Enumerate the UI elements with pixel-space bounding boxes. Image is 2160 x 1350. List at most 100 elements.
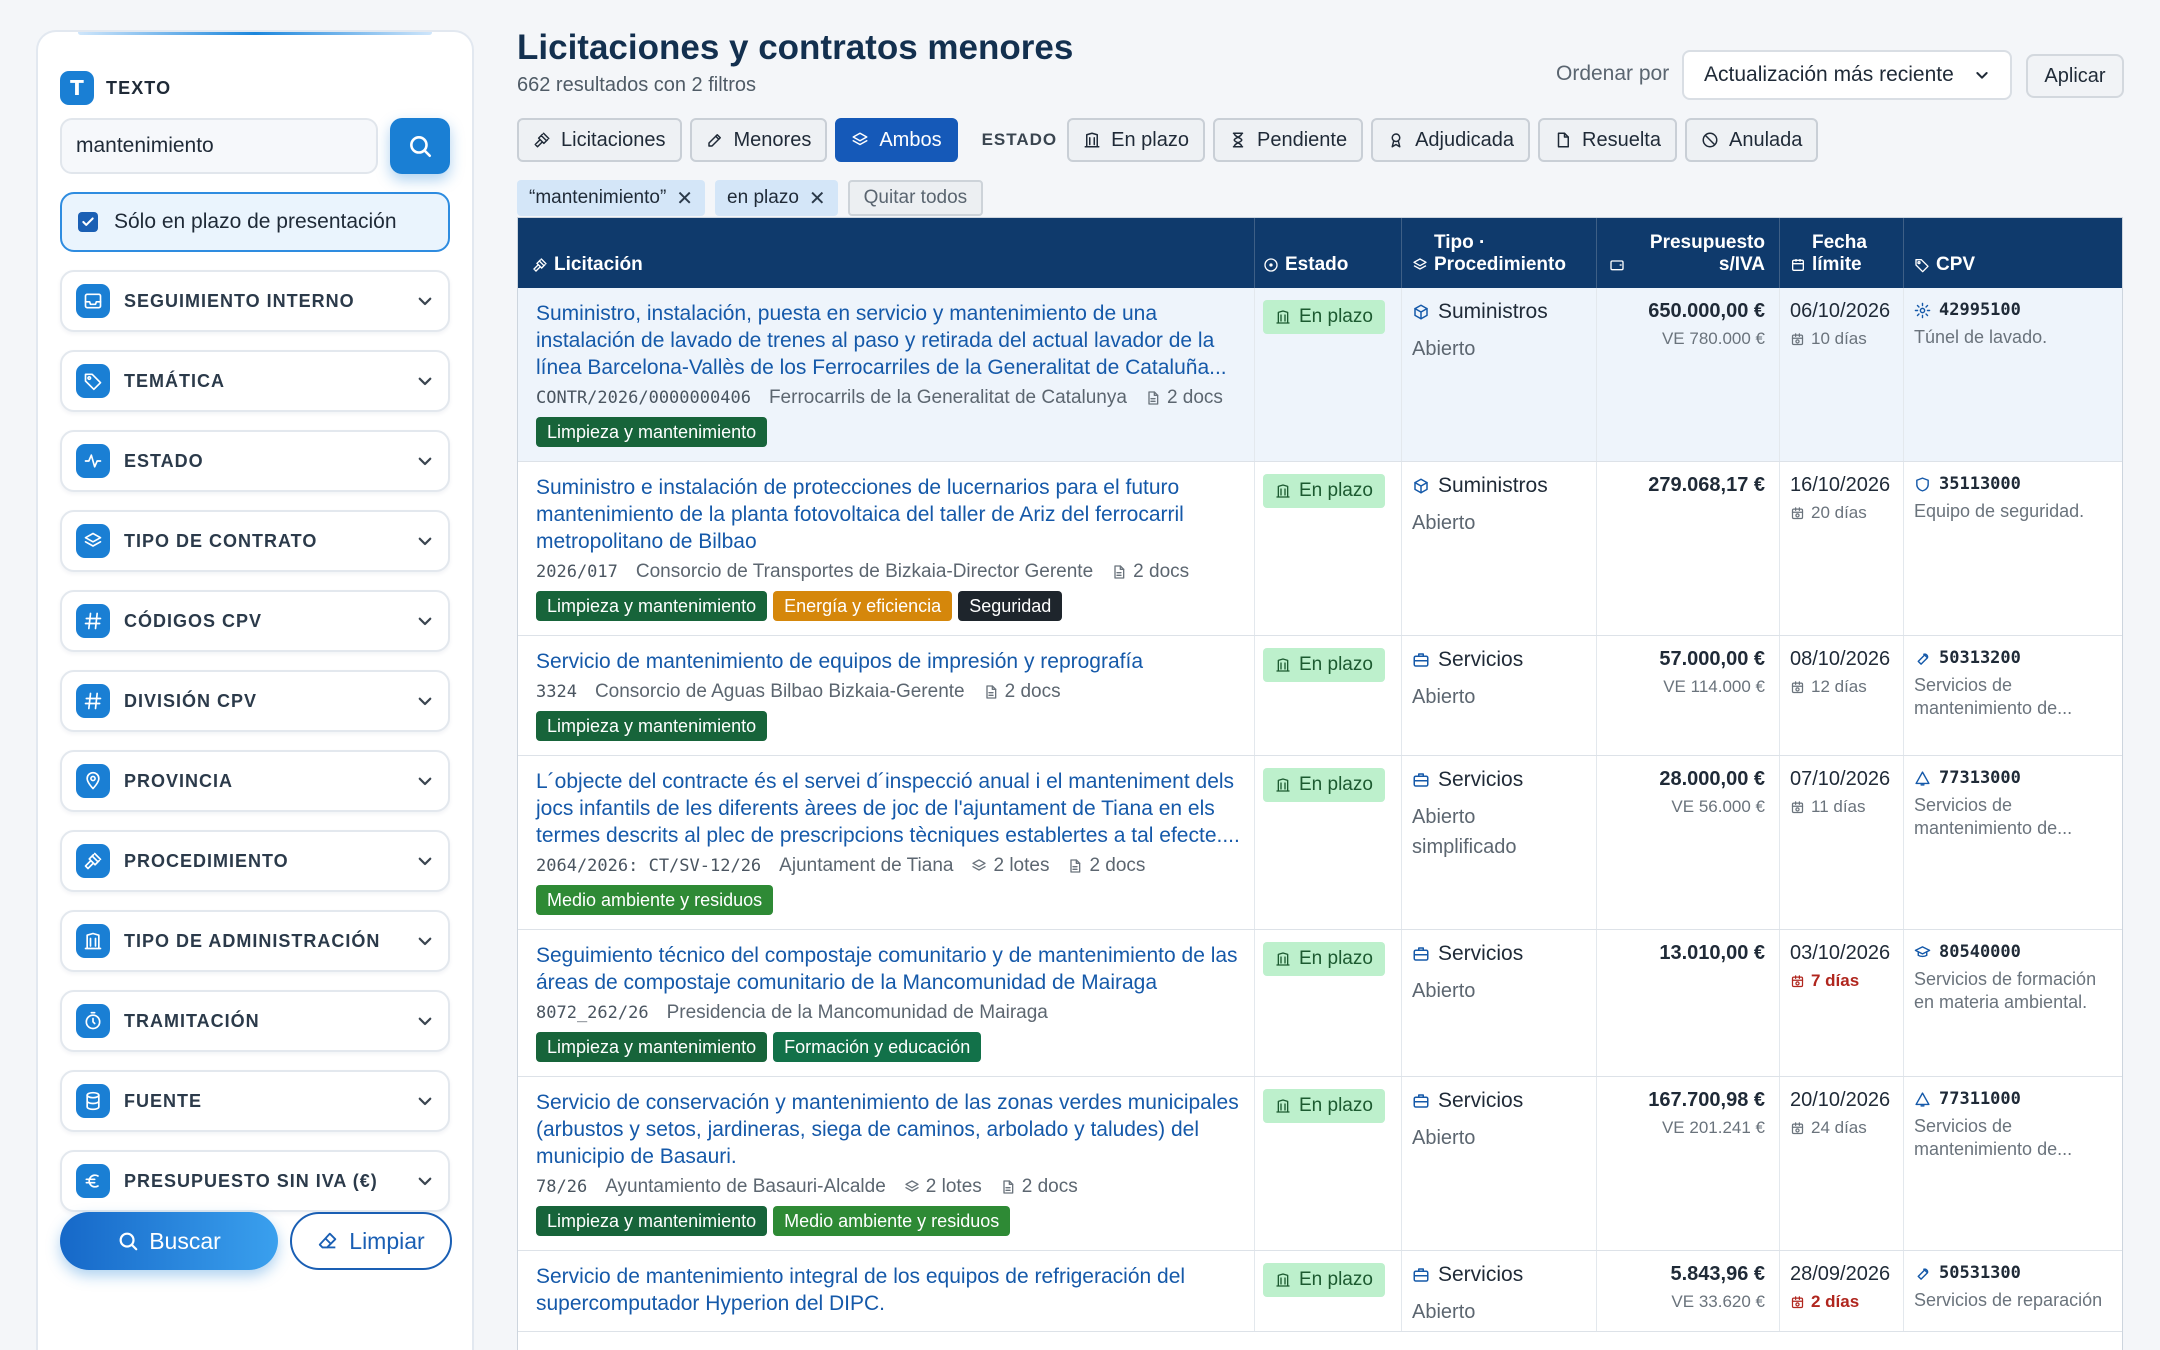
- header-cpv[interactable]: CPV: [1904, 218, 2122, 288]
- licitacion-title-link[interactable]: Suministro, instalación, puesta en servi…: [536, 300, 1242, 381]
- category-tags: Medio ambiente y residuos: [536, 885, 1242, 915]
- docs-link[interactable]: 2 docs: [1000, 1176, 1078, 1198]
- cpv-code[interactable]: 50313200: [1914, 648, 2122, 668]
- en-plazo-checkbox[interactable]: Sólo en plazo de presentación: [60, 192, 450, 252]
- header-fecha[interactable]: Fecha límite: [1780, 218, 1904, 288]
- licitacion-title-link[interactable]: Servicio de conservación y mantenimiento…: [536, 1089, 1242, 1170]
- type-chip-1[interactable]: Menores: [689, 118, 828, 162]
- status-badge: En plazo: [1263, 942, 1385, 976]
- organismo: Ajuntament de Tiana: [779, 855, 954, 876]
- table-row[interactable]: Suministro, instalación, puesta en servi…: [518, 288, 2122, 462]
- filter-group-5[interactable]: DIVISIÓN CPV: [60, 670, 450, 732]
- category-tag[interactable]: Energía y eficiencia: [773, 591, 953, 621]
- status-badge: En plazo: [1263, 648, 1385, 682]
- header-tipo[interactable]: Tipo · Procedimiento: [1402, 218, 1597, 288]
- cpv-code[interactable]: 80540000: [1914, 942, 2122, 962]
- category-tag[interactable]: Seguridad: [958, 591, 1063, 621]
- calendar-clock-icon: [1791, 506, 1804, 519]
- cpv-description: Equipo de seguridad.: [1914, 501, 2085, 521]
- wallet-icon: [1610, 260, 1624, 271]
- deadline-date: 03/10/2026: [1790, 942, 1891, 964]
- table-row[interactable]: Servicio de mantenimiento de equipos de …: [518, 636, 2122, 756]
- search-input[interactable]: [60, 118, 379, 174]
- filter-group-9[interactable]: TRAMITACIÓN: [60, 990, 450, 1052]
- header-estado[interactable]: Estado: [1255, 218, 1402, 288]
- filter-group-10[interactable]: FUENTE: [60, 1070, 450, 1132]
- cpv-code[interactable]: 77313000: [1914, 768, 2122, 788]
- category-tag[interactable]: Limpieza y mantenimiento: [536, 711, 768, 741]
- building-icon: [1276, 484, 1290, 498]
- estado-chip-3[interactable]: Resuelta: [1538, 118, 1677, 162]
- chevron-down-icon: [416, 852, 434, 870]
- category-tag[interactable]: Medio ambiente y residuos: [773, 1206, 1011, 1236]
- filter-group-0[interactable]: SEGUIMIENTO INTERNO: [60, 270, 450, 332]
- licitacion-title-link[interactable]: Suministro e instalación de protecciones…: [536, 474, 1242, 555]
- calendar-clock-icon: [1791, 800, 1804, 813]
- table-row[interactable]: L´objecte del contracte és el servei d´i…: [518, 756, 2122, 930]
- filter-group-2[interactable]: ESTADO: [60, 430, 450, 492]
- docs-link[interactable]: 2 docs: [1145, 387, 1223, 409]
- filter-groups: SEGUIMIENTO INTERNO TEMÁTICA ESTADO TIPO DE…: [60, 270, 450, 1212]
- category-tag[interactable]: Medio ambiente y residuos: [536, 885, 774, 915]
- package-icon: [1414, 304, 1428, 320]
- expediente: 2026/017: [536, 562, 618, 582]
- estado-chip-1[interactable]: Pendiente: [1213, 118, 1364, 162]
- type-chip-0[interactable]: Licitaciones: [517, 118, 682, 162]
- bell-icon: [1915, 770, 1930, 786]
- licitacion-title-link[interactable]: Servicio de mantenimiento de equipos de …: [536, 648, 1242, 675]
- table-row[interactable]: Servicio de conservación y mantenimiento…: [518, 1077, 2122, 1251]
- building-icon: [84, 932, 102, 950]
- file-icon: [1148, 391, 1159, 405]
- category-tag[interactable]: Limpieza y mantenimiento: [536, 1032, 768, 1062]
- docs-link[interactable]: 2 docs: [983, 681, 1061, 703]
- cpv-code[interactable]: 50531300: [1914, 1263, 2122, 1283]
- header-presupuesto[interactable]: Presupuesto s/IVA: [1597, 218, 1780, 288]
- estado-chip-0[interactable]: En plazo: [1067, 118, 1205, 162]
- calendar-clock-icon: [1791, 1295, 1804, 1308]
- cpv-code[interactable]: 35113000: [1914, 474, 2122, 494]
- filter-group-6[interactable]: PROVINCIA: [60, 750, 450, 812]
- filter-group-3[interactable]: TIPO DE CONTRATO: [60, 510, 450, 572]
- filter-group-icon: [76, 1004, 110, 1038]
- chevron-down-icon: [418, 857, 432, 866]
- buscar-button[interactable]: Buscar: [60, 1212, 278, 1270]
- docs-link[interactable]: 2 docs: [1111, 561, 1189, 583]
- licitacion-title-link[interactable]: L´objecte del contracte és el servei d´i…: [536, 768, 1242, 849]
- cpv-code[interactable]: 77311000: [1914, 1089, 2122, 1109]
- licitacion-title-link[interactable]: Servicio de mantenimiento integral de lo…: [536, 1263, 1242, 1317]
- type-chip-2[interactable]: Ambos: [835, 118, 958, 162]
- limpiar-button[interactable]: Limpiar: [290, 1212, 452, 1270]
- table-row[interactable]: Seguimiento técnico del compostaje comun…: [518, 930, 2122, 1077]
- filter-group-7[interactable]: PROCEDIMIENTO: [60, 830, 450, 892]
- category-tag[interactable]: Limpieza y mantenimiento: [536, 417, 768, 447]
- category-tag[interactable]: Limpieza y mantenimiento: [536, 1206, 768, 1236]
- sort-label: Ordenar por: [1556, 62, 1670, 85]
- close-icon[interactable]: ✕: [676, 186, 693, 210]
- estado-chip-2[interactable]: Adjudicada: [1371, 118, 1531, 162]
- cpv-code[interactable]: 42995100: [1914, 300, 2122, 320]
- filter-group-1[interactable]: TEMÁTICA: [60, 350, 450, 412]
- chevron-down-icon: [418, 1177, 432, 1186]
- layers-icon: [905, 1180, 919, 1192]
- sort-select[interactable]: Actualización más reciente: [1682, 50, 2012, 100]
- deadline-date: 20/10/2026: [1790, 1089, 1891, 1111]
- wrench-icon: [1917, 1267, 1929, 1280]
- apply-button[interactable]: Aplicar: [2026, 54, 2124, 98]
- deadline-date: 16/10/2026: [1790, 474, 1891, 496]
- filter-group-8[interactable]: TIPO DE ADMINISTRACIÓN: [60, 910, 450, 972]
- licitacion-title-link[interactable]: Seguimiento técnico del compostaje comun…: [536, 942, 1242, 996]
- category-tag[interactable]: Formación y educación: [773, 1032, 982, 1062]
- docs-link[interactable]: 2 docs: [1067, 855, 1145, 877]
- close-icon[interactable]: ✕: [809, 186, 826, 210]
- filter-group-11[interactable]: PRESUPUESTO SIN IVA (€): [60, 1150, 450, 1212]
- filter-group-icon: [76, 444, 110, 478]
- filter-group-4[interactable]: CÓDIGOS CPV: [60, 590, 450, 652]
- header-licitacion[interactable]: Licitación: [518, 218, 1255, 288]
- table-row[interactable]: Servicio de mantenimiento integral de lo…: [518, 1251, 2122, 1332]
- estado-chip-4[interactable]: Anulada: [1684, 118, 1819, 162]
- search-button[interactable]: [390, 118, 450, 174]
- category-tag[interactable]: Limpieza y mantenimiento: [536, 591, 768, 621]
- table-row[interactable]: Suministro e instalación de protecciones…: [518, 462, 2122, 636]
- filter-group-icon: [76, 684, 110, 718]
- clear-all-button[interactable]: Quitar todos: [847, 180, 984, 216]
